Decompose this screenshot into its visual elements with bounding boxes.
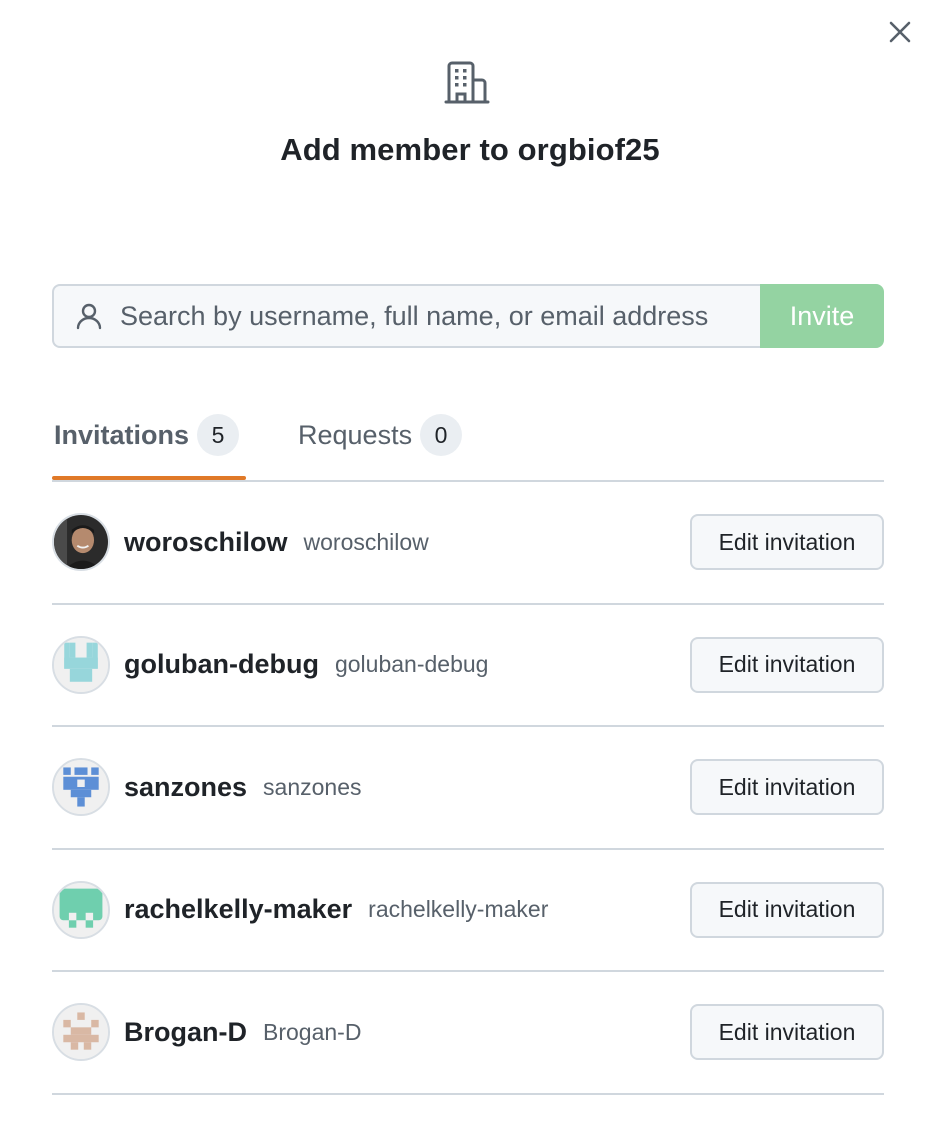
tab-invitations-label: Invitations <box>54 419 190 450</box>
avatar[interactable] <box>52 758 110 817</box>
member-login[interactable]: goluban-debug <box>124 649 319 680</box>
member-login[interactable]: sanzones <box>124 772 247 803</box>
list-item: goluban-debug goluban-debug Edit invitat… <box>52 605 884 727</box>
avatar-photo <box>54 515 108 570</box>
tab-nav: Invitations 5 Requests 0 <box>52 396 884 482</box>
tab-invitations[interactable]: Invitations 5 <box>54 404 240 466</box>
dialog-title: Add member to orgbiof25 <box>280 132 660 167</box>
invite-button[interactable]: Invite <box>760 284 884 348</box>
organization-icon <box>444 61 490 104</box>
list-item: sanzones sanzones Edit invitation <box>52 727 884 850</box>
tab-requests-label: Requests <box>298 419 413 450</box>
list-item: rachelkelly-maker rachelkelly-maker Edit… <box>52 850 884 972</box>
search-field[interactable] <box>52 284 760 348</box>
member-handle: sanzones <box>263 773 362 800</box>
selected-tab-indicator <box>52 476 246 480</box>
edit-invitation-button[interactable]: Edit invitation <box>690 514 884 570</box>
close-button[interactable] <box>884 16 916 48</box>
list-item: Brogan-D Brogan-D Edit invitation <box>52 972 884 1095</box>
member-login[interactable]: Brogan-D <box>124 1017 247 1048</box>
add-member-dialog: Add member to orgbiof25 Invite Invitatio… <box>0 0 940 1132</box>
avatar[interactable] <box>52 635 110 694</box>
list-item: woroschilow woroschilow Edit invitation <box>52 482 884 605</box>
search-input[interactable] <box>120 300 740 332</box>
close-icon <box>889 21 911 43</box>
person-icon <box>76 303 102 330</box>
avatar[interactable] <box>52 880 110 939</box>
member-handle: rachelkelly-maker <box>368 896 549 923</box>
edit-invitation-button[interactable]: Edit invitation <box>690 636 884 693</box>
invitations-count-badge: 5 <box>197 414 240 456</box>
edit-invitation-button[interactable]: Edit invitation <box>690 1004 884 1060</box>
identicon <box>54 760 108 815</box>
invitation-list: woroschilow woroschilow Edit invitation … <box>52 482 884 1095</box>
member-handle: woroschilow <box>303 528 429 555</box>
avatar[interactable] <box>52 513 110 572</box>
identicon <box>54 882 108 937</box>
member-handle: goluban-debug <box>334 651 489 678</box>
identicon <box>54 637 108 692</box>
member-login[interactable]: rachelkelly-maker <box>124 894 352 925</box>
member-handle: Brogan-D <box>263 1018 362 1045</box>
edit-invitation-button[interactable]: Edit invitation <box>690 759 884 815</box>
member-login[interactable]: woroschilow <box>124 527 288 558</box>
tab-requests[interactable]: Requests 0 <box>298 404 463 466</box>
edit-invitation-button[interactable]: Edit invitation <box>690 881 884 938</box>
identicon <box>54 1005 108 1060</box>
requests-count-badge: 0 <box>420 414 463 456</box>
avatar[interactable] <box>52 1003 110 1062</box>
